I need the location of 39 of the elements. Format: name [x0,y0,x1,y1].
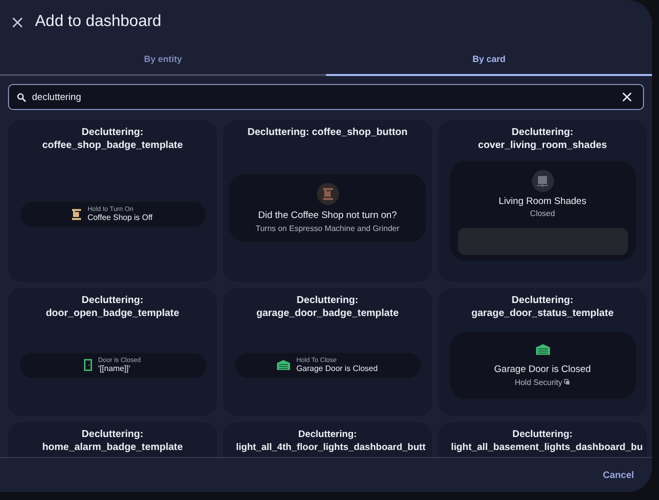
search-field[interactable]: decluttering [8,84,644,110]
card-title: Decluttering: home_alarm_badge_template [41,429,184,454]
coffee-maker-icon [72,208,82,220]
card-option[interactable]: Decluttering: light_all_4th_floor_lights_dashboard_butt [223,422,432,457]
garage-icon [277,360,290,370]
card-title: Decluttering: coffee_shop_button [246,127,408,140]
search-icon [17,92,26,102]
card-title: Decluttering: cover_living_room_shades [477,127,608,152]
coffee-maker-icon [322,188,332,200]
tile-name: Living Room Shades [498,196,586,207]
tab[interactable]: By card [326,44,652,76]
close-button[interactable] [10,14,25,30]
door-icon [84,359,92,371]
blinds-icon [537,176,548,186]
card-title: Decluttering: garage_door_badge_template [255,295,400,320]
card-option[interactable]: Decluttering: home_alarm_badge_template [8,422,217,457]
garage-icon [536,344,550,354]
status-secondary: Hold Security [514,378,562,386]
clear-button[interactable] [622,92,632,102]
badge-name: Coffee Shop is Off [87,213,153,222]
card-title: Decluttering: door_open_badge_template [44,295,180,320]
status-name: Garage Door is Closed [494,364,591,374]
dialog-title: Add to dashboard [35,13,162,31]
tile-state: Closed [530,209,555,218]
badge-name: Garage Door is Closed [296,364,378,373]
tab[interactable]: By entity [0,44,326,76]
button-name: Did the Coffee Shop not turn on? [258,210,397,221]
card-option[interactable]: Decluttering: garage_door_status_template Garage Door is Closed Hold Security [438,288,647,416]
cancel-button[interactable]: Cancel [598,466,638,484]
badge-name: '[[name]]' [98,364,132,373]
card-title: Decluttering: light_all_basement_lights_dashboard_bu [450,429,644,454]
card-title: Decluttering: coffee_shop_badge_template [41,127,184,152]
card-option[interactable]: Decluttering: light_all_basement_lights_dashboard_bu [438,422,647,457]
button-subtitle: Turns on Espresso Machine and Grinder [256,224,400,233]
copy-icon [564,379,570,385]
card-option[interactable]: Decluttering: coffee_shop_button Did the Coffee Shop not turn on? Turns on Espresso Machine and Grinder [223,120,432,282]
card-title: Decluttering: light_all_4th_floor_lights_dashboard_butt [235,429,426,454]
card-title: Decluttering: garage_door_status_template [470,295,615,320]
card-option[interactable]: Decluttering: cover_living_room_shades Living Room Shades Closed [438,120,647,282]
